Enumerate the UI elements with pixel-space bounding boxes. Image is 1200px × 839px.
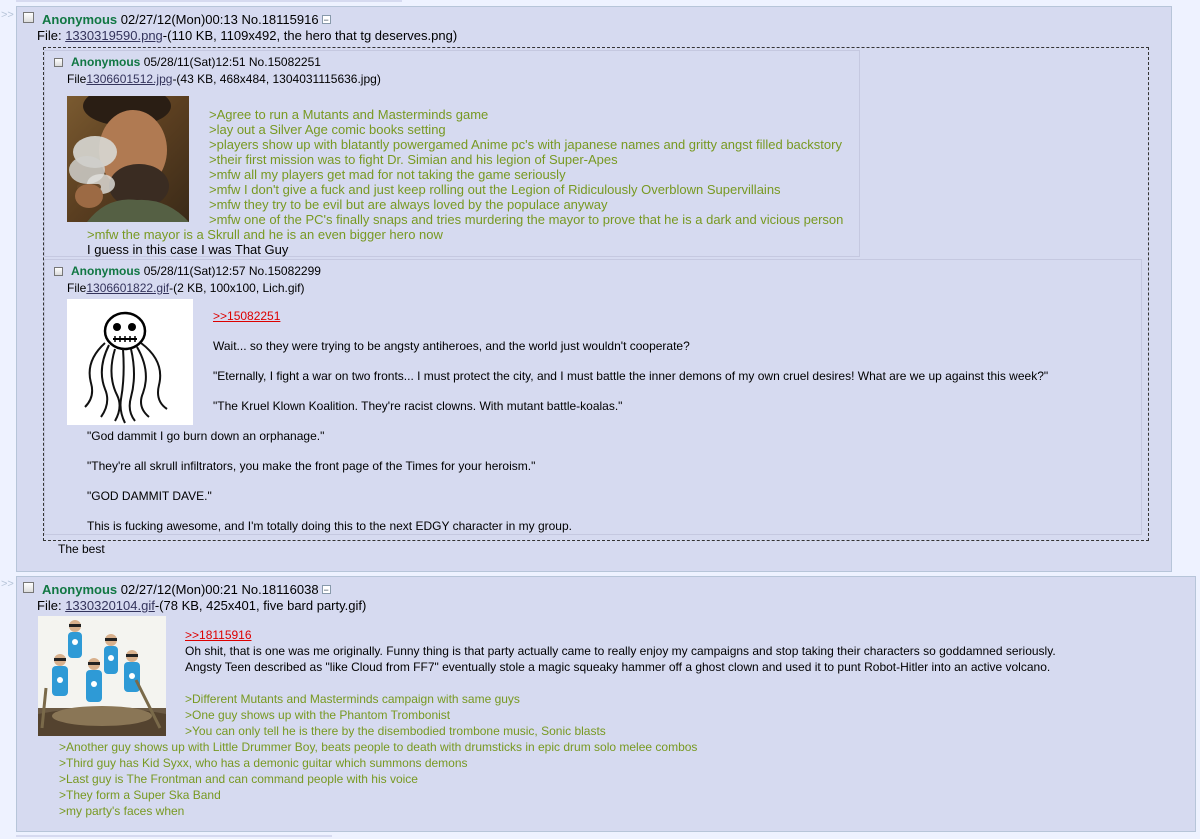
greentext-line: >mfw all my players get mad for not taki… [209, 167, 566, 182]
five-bard-party-thumbnail[interactable] [38, 616, 166, 736]
reply-post: Anonymous 02/27/12(Mon)00:13 No.18115916… [16, 6, 1172, 572]
comment-line: "The Kruel Klown Koalition. They're raci… [213, 399, 623, 413]
greentext-line: >their first mission was to fight Dr. Si… [209, 152, 618, 167]
greentext-line: >Last guy is The Frontman and can comman… [59, 772, 418, 786]
file-link: 1306601822.gif [86, 281, 170, 295]
post-number: No.15082299 [248, 264, 321, 278]
post-number: No.15082251 [248, 55, 321, 69]
greentext-line: >One guy shows up with the Phantom Tromb… [185, 708, 451, 722]
poster-name: Anonymous [42, 582, 118, 597]
greentext-line: >You can only tell he is there by the di… [185, 724, 606, 738]
greentext-line: >Agree to run a Mutants and Masterminds … [209, 107, 489, 122]
greentext-line: >mfw one of the PC's finally snaps and t… [209, 212, 844, 227]
greentext-line: >Different Mutants and Masterminds campa… [185, 692, 520, 706]
delete-checkbox[interactable] [23, 12, 34, 23]
poster-name: Anonymous [71, 55, 141, 69]
post-header: Anonymous 02/27/12(Mon)00:21 No.18116038… [42, 582, 331, 597]
post-number[interactable]: No.18115916 [241, 12, 318, 27]
post-comment: The best [58, 542, 105, 556]
post-date: 05/28/11(Sat)12:51 [143, 55, 246, 69]
comment-line: "God dammit I go burn down an orphanage.… [87, 429, 325, 443]
comment-line: Oh shit, that is one was me originally. … [185, 644, 1056, 658]
file-details: -(110 KB, 1109x492, the hero that tg des… [162, 28, 458, 43]
greentext-line: >lay out a Silver Age comic books settin… [209, 122, 446, 137]
comment-line: "Eternally, I fight a war on two fronts.… [213, 369, 1049, 383]
poster-name: Anonymous [42, 12, 118, 27]
quote-link[interactable]: >>18115916 [185, 628, 252, 642]
delete-checkbox [54, 58, 63, 67]
file-info: File: 1330320104.gif-(78 KB, 425x401, fi… [37, 598, 366, 613]
file-link: 1306601512.jpg [86, 72, 173, 86]
reply-post: Anonymous 02/27/12(Mon)00:21 No.18116038… [16, 576, 1196, 832]
file-details: -(43 KB, 468x484, 1304031115636.jpg) [172, 72, 381, 86]
post-header: Anonymous 05/28/11(Sat)12:57 No.15082299 [71, 264, 321, 278]
greentext-line: >players show up with blatantly powergam… [209, 137, 842, 152]
delete-checkbox [54, 267, 63, 276]
reply-arrows: >> [1, 578, 14, 590]
greentext-line: >mfw they try to be evil but are always … [209, 197, 608, 212]
post-date: 05/28/11(Sat)12:57 [143, 264, 246, 278]
file-label: File: [37, 598, 62, 613]
quoted-post: Anonymous 05/28/11(Sat)12:51 No.15082251… [44, 50, 860, 257]
top-separator [16, 0, 402, 2]
greentext-line: >my party's faces when [59, 804, 185, 818]
comment-line: "GOD DAMMIT DAVE." [87, 489, 212, 503]
file-info: File1306601512.jpg-(43 KB, 468x484, 1304… [67, 72, 381, 86]
greentext-line: >They form a Super Ska Band [59, 788, 221, 802]
post-header: Anonymous 05/28/11(Sat)12:51 No.15082251 [71, 55, 321, 69]
poster-name: Anonymous [71, 264, 141, 278]
post-number[interactable]: No.18116038 [241, 582, 318, 597]
delete-checkbox[interactable] [23, 582, 34, 593]
comment-line: Angsty Teen described as "like Cloud fro… [185, 660, 1051, 674]
file-link[interactable]: 1330319590.png [65, 28, 163, 43]
quoted-post: Anonymous 05/28/11(Sat)12:57 No.15082299… [44, 259, 1142, 535]
file-info: File1306601822.gif-(2 KB, 100x100, Lich.… [67, 281, 305, 295]
file-link[interactable]: 1330320104.gif [65, 598, 155, 613]
post-header: Anonymous 02/27/12(Mon)00:13 No.18115916… [42, 12, 331, 27]
file-info: File: 1330319590.png-(110 KB, 1109x492, … [37, 28, 457, 43]
comment-line: This is fucking awesome, and I'm totally… [87, 519, 572, 533]
file-details: -(78 KB, 425x401, five bard party.gif) [154, 598, 367, 613]
hide-post-icon[interactable]: − [321, 585, 331, 595]
file-label: File [67, 72, 87, 86]
comment-line: "They're all skrull infiltrators, you ma… [87, 459, 536, 473]
file-label: File [67, 281, 87, 295]
reply-arrows: >> [1, 9, 14, 21]
hide-post-icon[interactable]: − [321, 15, 331, 25]
post-date: 02/27/12(Mon)00:21 [120, 582, 238, 597]
greentext-line: >mfw the mayor is a Skrull and he is an … [87, 227, 443, 242]
file-details: -(2 KB, 100x100, Lich.gif) [169, 281, 305, 295]
file-label: File: [37, 28, 62, 43]
greentext-line: >mfw I don't give a fuck and just keep r… [209, 182, 781, 197]
bottom-separator [16, 835, 332, 837]
quote-link: >>15082251 [213, 309, 281, 323]
comment-line: I guess in this case I was That Guy [87, 242, 289, 257]
comment-line: Wait... so they were trying to be angsty… [213, 339, 690, 353]
greentext-line: >Another guy shows up with Little Drumme… [59, 740, 698, 754]
smoking-man-thumbnail [67, 96, 189, 222]
post-date: 02/27/12(Mon)00:13 [120, 12, 238, 27]
lich-jellyfish-thumbnail [67, 299, 193, 425]
greentext-line: >Third guy has Kid Syxx, who has a demon… [59, 756, 468, 770]
